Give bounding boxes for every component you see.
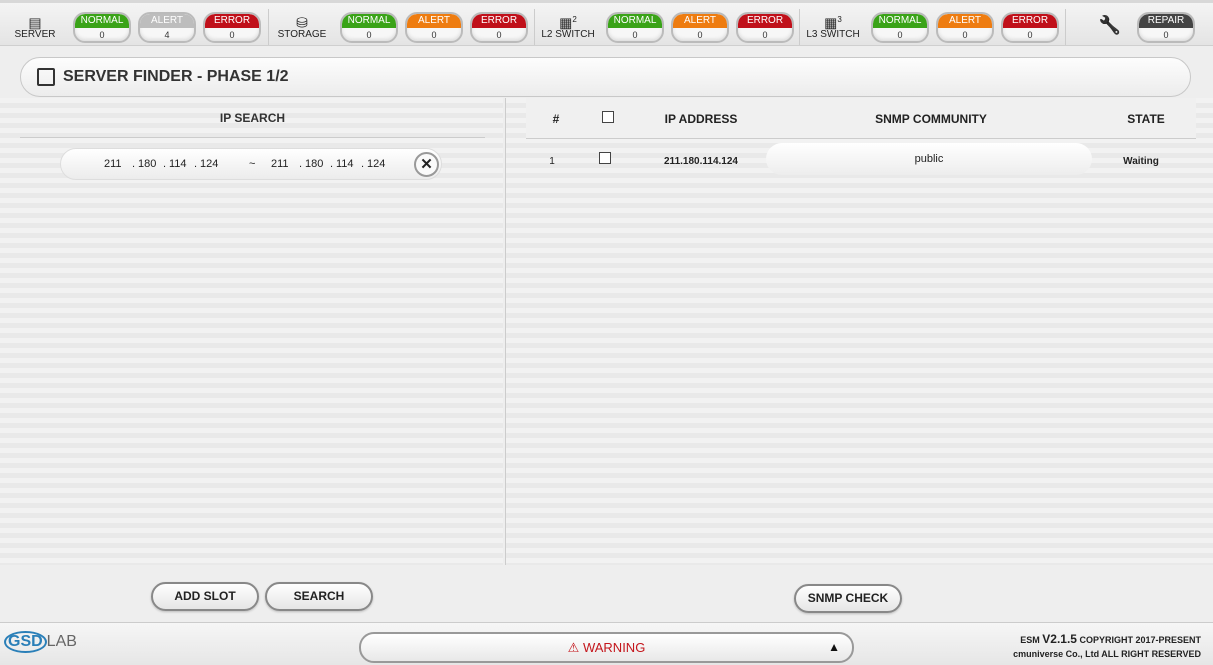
- range-separator: ~: [249, 158, 256, 170]
- normal-count: 0: [632, 30, 638, 40]
- end-ip-octet-2[interactable]: 180: [305, 158, 323, 170]
- alert-count: 4: [164, 30, 170, 40]
- col-ip-address: IP ADDRESS: [664, 112, 738, 126]
- device-label: L3 SWITCH: [806, 29, 860, 40]
- alert-count: 0: [697, 30, 703, 40]
- calendar-icon: [37, 68, 55, 86]
- normal-badge[interactable]: NORMAL 0: [73, 12, 131, 43]
- normal-badge[interactable]: NORMAL 0: [606, 12, 664, 43]
- alert-badge[interactable]: ALERT 0: [671, 12, 729, 43]
- switch-l3-icon: ▦3: [824, 14, 842, 31]
- error-count: 0: [1027, 30, 1033, 40]
- warning-bar[interactable]: ⚠ WARNING ▲: [359, 632, 854, 663]
- snmp-community-input[interactable]: public: [766, 143, 1092, 175]
- row-state: Waiting: [1123, 156, 1159, 167]
- add-slot-button[interactable]: ADD SLOT: [151, 582, 259, 611]
- divider: [1065, 9, 1066, 45]
- normal-badge[interactable]: NORMAL 0: [871, 12, 929, 43]
- normal-count: 0: [897, 30, 903, 40]
- col-state: STATE: [1127, 112, 1165, 126]
- search-button[interactable]: SEARCH: [265, 582, 373, 611]
- device-label: L2 SWITCH: [541, 29, 595, 40]
- warning-label: WARNING: [582, 640, 646, 655]
- col-snmp-community: SNMP COMMUNITY: [875, 112, 987, 126]
- close-icon: ✕: [420, 156, 433, 173]
- device-server[interactable]: ▤ SERVER: [5, 11, 65, 40]
- device-label: SERVER: [14, 29, 56, 40]
- alert-badge[interactable]: ALERT 4: [138, 12, 196, 43]
- table-row: 1 211.180.114.124 public Waiting: [526, 142, 1196, 176]
- ip-range-row: 211 . 180 . 114 . 124 ~ 211 . 180 . 114 …: [60, 148, 442, 180]
- alert-count: 0: [962, 30, 968, 40]
- error-badge[interactable]: ERROR 0: [470, 12, 528, 43]
- col-index: #: [552, 112, 560, 126]
- device-l3-switch[interactable]: ▦3 L3 SWITCH: [803, 11, 863, 40]
- switch-l2-icon: ▦2: [559, 14, 577, 31]
- server-icon: ▤: [28, 14, 42, 31]
- page-title-bar: SERVER FINDER - PHASE 1/2: [20, 57, 1191, 97]
- wrench-icon: 🔧: [1098, 15, 1122, 35]
- error-badge[interactable]: ERROR 0: [203, 12, 261, 43]
- alert-badge[interactable]: ALERT 0: [405, 12, 463, 43]
- version: V2.1.5: [1042, 632, 1077, 646]
- start-ip-octet-4[interactable]: 124: [200, 158, 218, 170]
- normal-badge[interactable]: NORMAL 0: [340, 12, 398, 43]
- snmp-check-button[interactable]: SNMP CHECK: [794, 584, 902, 613]
- remove-slot-button[interactable]: ✕: [414, 152, 439, 177]
- copyright: ESM V2.1.5 COPYRIGHT 2017-PRESENT cmuniv…: [1013, 632, 1201, 659]
- expand-up-icon[interactable]: ▲: [828, 634, 840, 661]
- divider: [268, 9, 269, 45]
- select-all-checkbox[interactable]: [602, 111, 614, 126]
- end-ip-octet-3[interactable]: 114: [336, 158, 354, 170]
- results-panel: # IP ADDRESS SNMP COMMUNITY STATE 1 211.…: [505, 98, 1213, 565]
- table-header: # IP ADDRESS SNMP COMMUNITY STATE: [526, 98, 1196, 139]
- error-count: 0: [762, 30, 768, 40]
- alert-count: 0: [431, 30, 437, 40]
- divider: [799, 9, 800, 45]
- alert-badge[interactable]: ALERT 0: [936, 12, 994, 43]
- row-ip: 211.180.114.124: [664, 156, 738, 167]
- start-ip-octet-2[interactable]: 180: [138, 158, 156, 170]
- status-bar: ▤ SERVER NORMAL 0 ALERT 4 ERROR 0 ⛁ STORAGE NORMAL…: [0, 0, 1213, 46]
- error-badge[interactable]: ERROR 0: [1001, 12, 1059, 43]
- ip-search-heading: IP SEARCH: [20, 98, 485, 138]
- gsdlab-logo: GSD LAB: [4, 631, 77, 653]
- repair-count: 0: [1163, 30, 1169, 40]
- start-ip-octet-1[interactable]: 211: [104, 158, 122, 170]
- normal-count: 0: [99, 30, 105, 40]
- database-icon: ⛁: [296, 14, 308, 31]
- row-checkbox[interactable]: [599, 152, 611, 167]
- repair-badge[interactable]: REPAIR 0: [1137, 12, 1195, 43]
- page-title: SERVER FINDER - PHASE 1/2: [63, 68, 289, 85]
- device-l2-switch[interactable]: ▦2 L2 SWITCH: [538, 11, 598, 40]
- normal-count: 0: [366, 30, 372, 40]
- device-storage[interactable]: ⛁ STORAGE: [272, 11, 332, 40]
- error-count: 0: [496, 30, 502, 40]
- error-badge[interactable]: ERROR 0: [736, 12, 794, 43]
- end-ip-octet-1[interactable]: 211: [271, 158, 289, 170]
- divider: [534, 9, 535, 45]
- start-ip-octet-3[interactable]: 114: [169, 158, 187, 170]
- ip-search-panel: IP SEARCH 211 . 180 . 114 . 124 ~ 211 . …: [0, 98, 503, 565]
- error-count: 0: [229, 30, 235, 40]
- end-ip-octet-4[interactable]: 124: [367, 158, 385, 170]
- warning-icon: ⚠: [567, 640, 580, 655]
- footer: GSD LAB ⚠ WARNING ▲ ESM V2.1.5 COPYRIGHT …: [0, 622, 1213, 665]
- device-label: STORAGE: [277, 29, 327, 40]
- row-index: 1: [549, 156, 555, 167]
